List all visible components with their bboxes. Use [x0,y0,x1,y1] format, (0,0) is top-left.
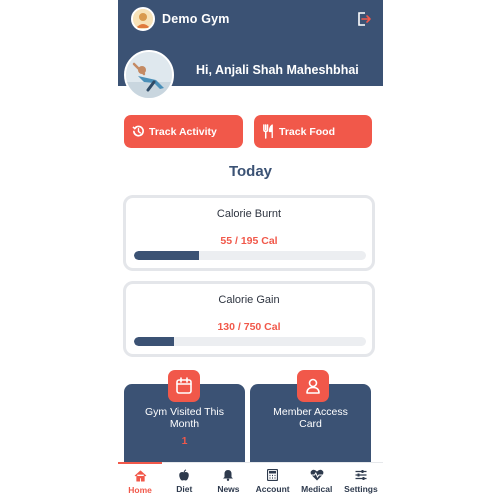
nav-diet-label: Diet [176,484,193,494]
calorie-burnt-progress-fill [134,251,200,260]
user-card-icon [297,370,329,402]
sliders-icon [355,470,367,480]
gym-visited-count: 1 [181,435,188,447]
calorie-gain-value: 130 / 750 Cal [217,321,281,333]
app-title: Demo Gym [162,12,230,26]
nav-account[interactable]: Account [251,463,295,500]
nav-news-label: News [217,484,240,494]
nav-home[interactable]: Home [118,462,163,500]
calorie-gain-progress [134,337,366,346]
track-activity-button[interactable]: Track Activity [124,115,243,148]
calorie-burnt-card: Calorie Burnt 55 / 195 Cal [123,195,375,271]
calorie-burnt-value: 55 / 195 Cal [220,235,278,247]
today-heading: Today [228,163,273,180]
nav-settings-label: Settings [344,484,378,494]
greeting-text: Hi, Anjali Shah Maheshbhai [196,63,359,77]
fork-knife-icon [263,124,273,139]
activity-timer-icon [132,125,144,137]
calendar-icon [168,370,200,402]
nav-medical-label: Medical [301,484,333,494]
calorie-burnt-title: Calorie Burnt [216,208,282,220]
nav-settings[interactable]: Settings [339,463,383,500]
logout-icon[interactable] [356,11,372,27]
member-access-card-label: Member Access Card [273,406,348,430]
calorie-gain-progress-fill [134,337,175,346]
calorie-gain-card: Calorie Gain 130 / 750 Cal [123,281,375,357]
nav-home-label: Home [128,485,152,495]
gym-visited-label: Gym Visited This Month [145,406,224,430]
gym-logo-avatar [131,7,155,31]
nav-news[interactable]: News [206,463,250,500]
nav-diet[interactable]: Diet [162,463,206,500]
user-avatar[interactable] [124,50,174,100]
heartbeat-icon [310,469,324,481]
apple-icon [179,469,190,481]
track-activity-label: Track Activity [149,125,217,138]
track-food-button[interactable]: Track Food [254,115,372,148]
track-food-label: Track Food [279,125,336,138]
calorie-burnt-progress [134,251,366,260]
nav-medical[interactable]: Medical [295,463,339,500]
app-screen: Demo Gym Hi, Anjali Shah Maheshbhai Trac… [118,0,383,500]
bottom-navigation: Home Diet News Account Medical Settings [118,462,383,500]
nav-account-label: Account [255,484,290,494]
calculator-icon [267,469,279,481]
top-bar: Demo Gym [118,0,383,38]
calorie-gain-title: Calorie Gain [218,294,280,306]
home-icon [134,470,146,482]
bell-icon [223,470,234,481]
